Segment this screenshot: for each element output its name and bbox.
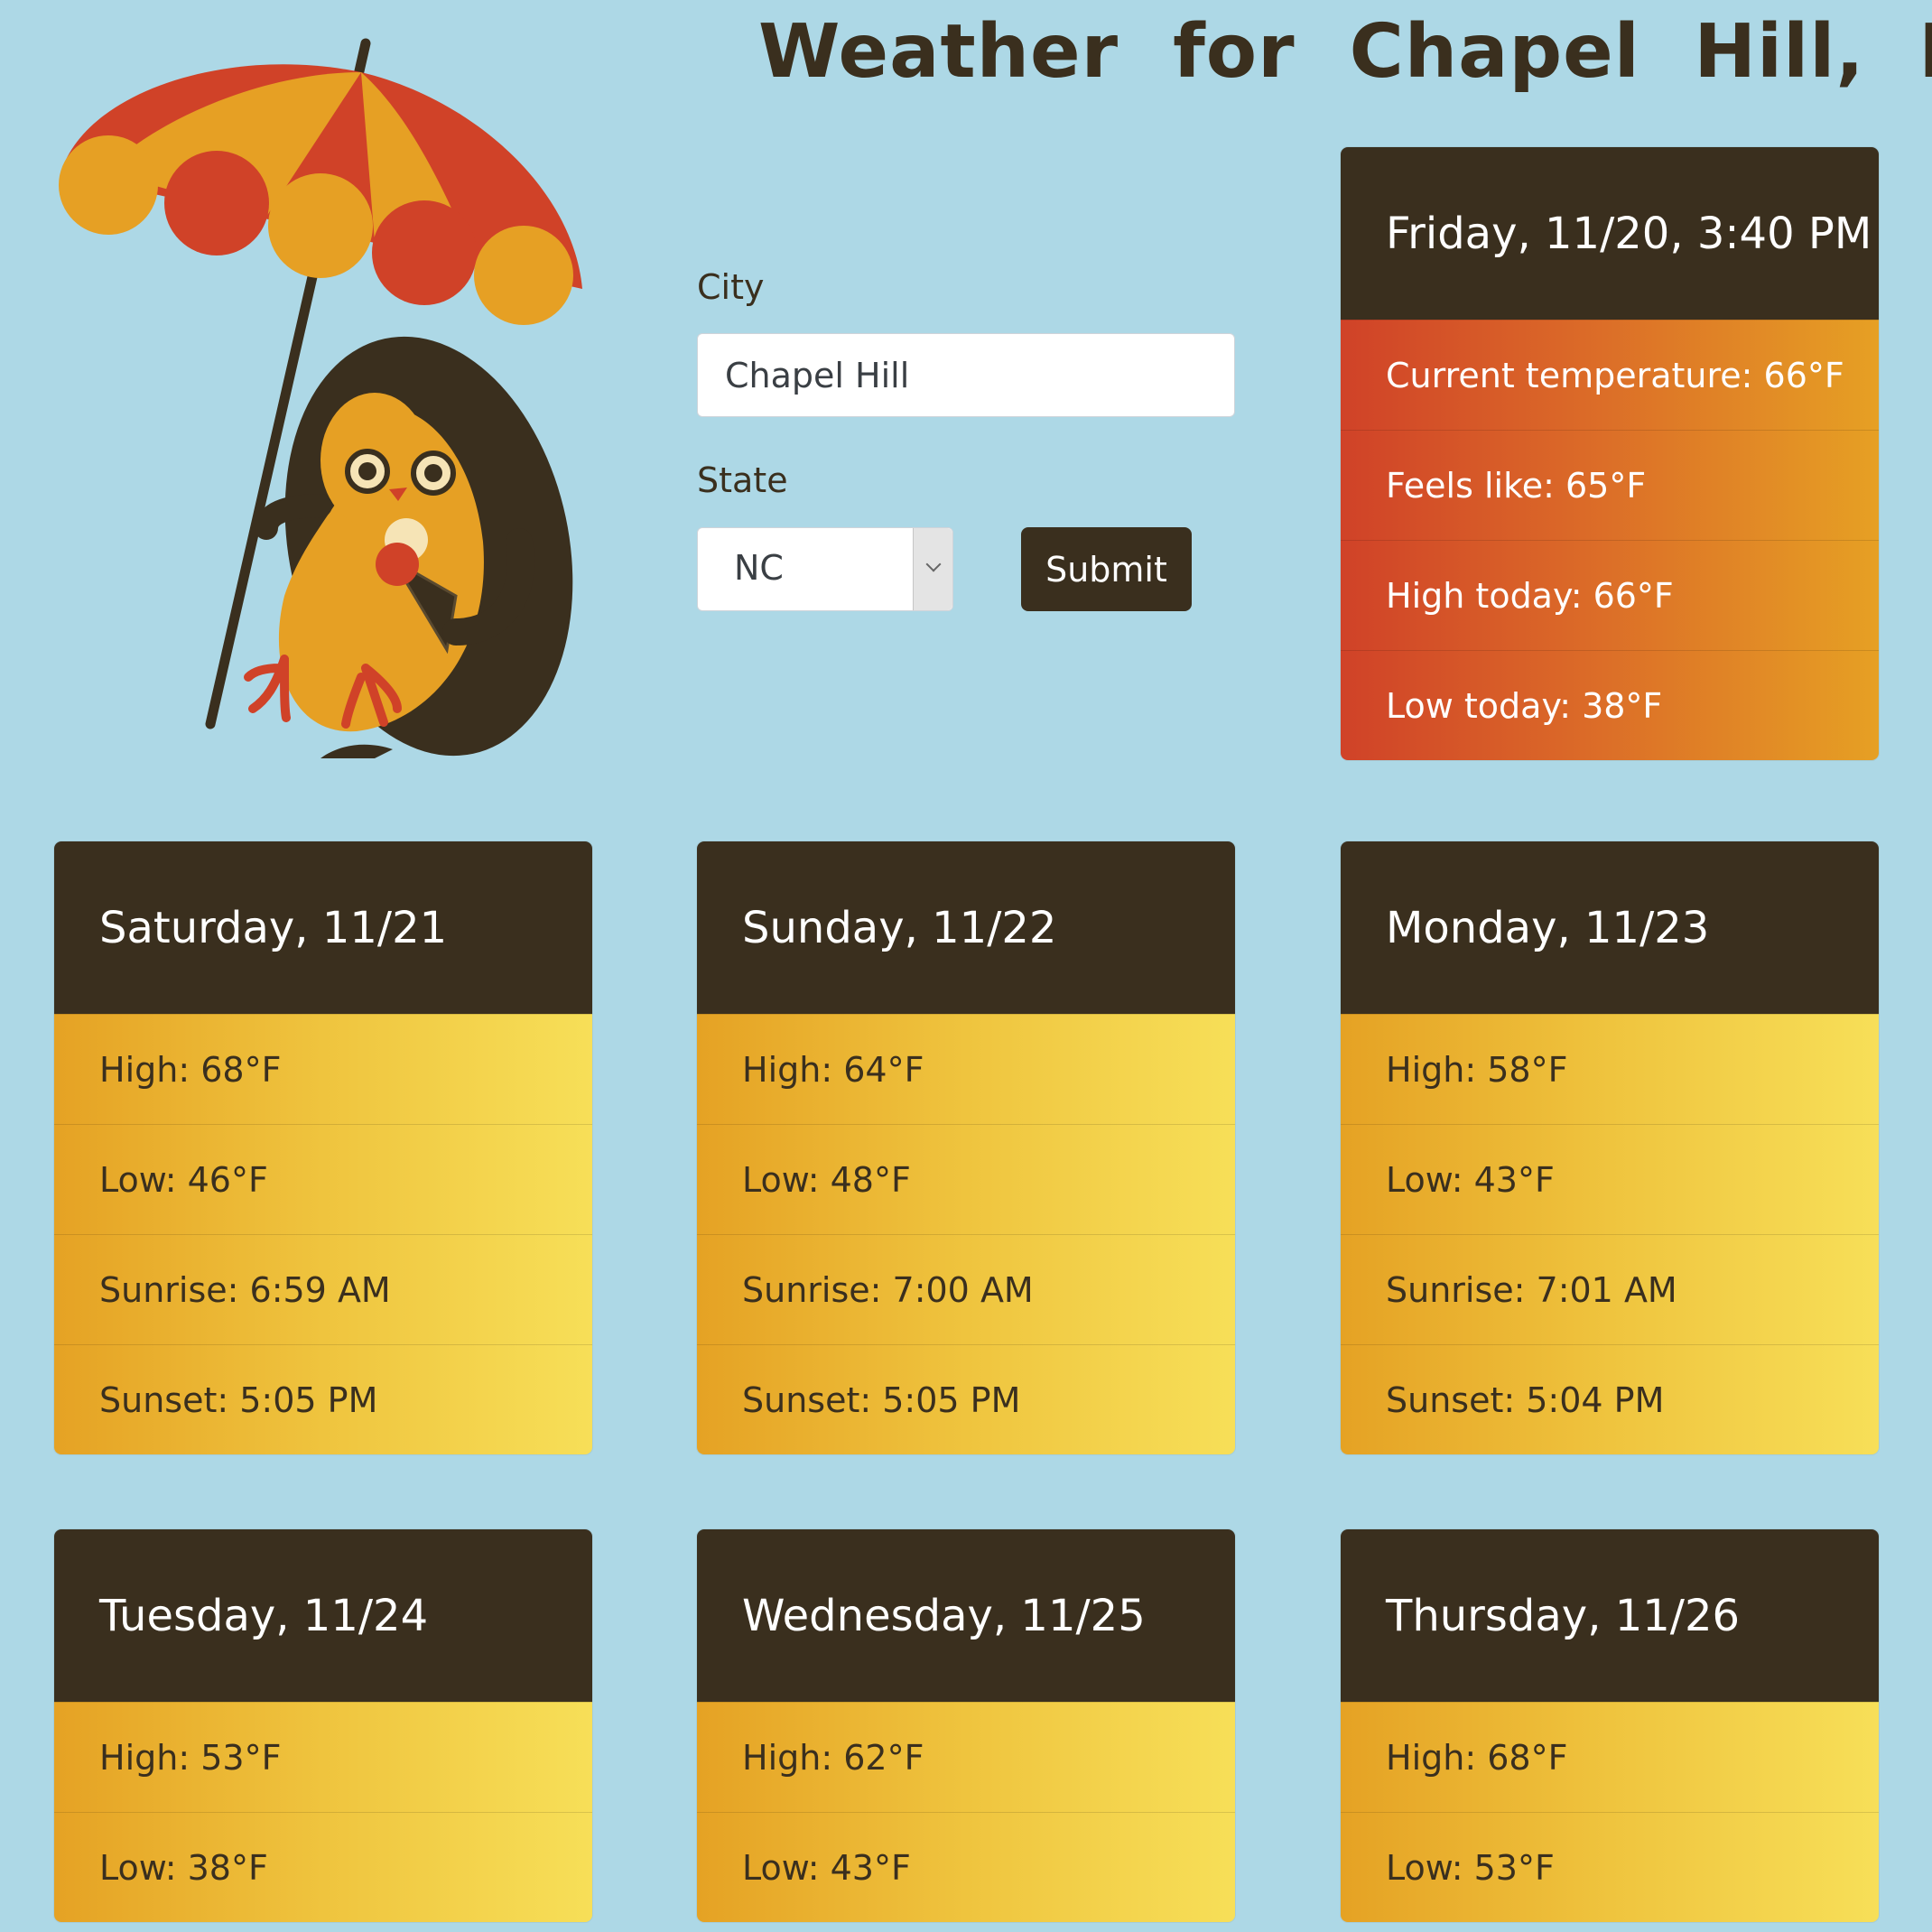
forecast-sunset: Sunset: 5:04 PM <box>1341 1344 1879 1454</box>
weather-page: Weather for Chapel Hill, NC <box>0 0 1932 1932</box>
today-card: Friday, 11/20, 3:40 PM Current temperatu… <box>1341 147 1879 760</box>
forecast-card: Sunday, 11/22 High: 64°F Low: 48°F Sunri… <box>697 841 1235 1454</box>
forecast-sunrise: Sunrise: 7:01 AM <box>1341 1234 1879 1344</box>
today-current-temp: Current temperature: 66°F <box>1341 320 1879 430</box>
penguin-umbrella-illustration <box>59 38 582 758</box>
forecast-sunset: Sunset: 5:05 PM <box>697 1344 1235 1454</box>
submit-button[interactable]: Submit <box>1021 527 1192 611</box>
state-label: State <box>697 460 788 500</box>
forecast-low: Low: 43°F <box>1341 1124 1879 1234</box>
forecast-low: Low: 43°F <box>697 1812 1235 1922</box>
forecast-card: Saturday, 11/21 High: 68°F Low: 46°F Sun… <box>54 841 592 1454</box>
title-word-weather: Weather <box>758 9 1119 95</box>
forecast-sunrise: Sunrise: 6:59 AM <box>54 1234 592 1344</box>
forecast-day: Sunday, 11/22 <box>697 841 1235 1014</box>
today-date-time: Friday, 11/20, 3:40 PM <box>1341 147 1879 320</box>
forecast-card: Tuesday, 11/24 High: 53°F Low: 38°F <box>54 1529 592 1922</box>
city-input[interactable] <box>697 333 1235 417</box>
forecast-card: Monday, 11/23 High: 58°F Low: 43°F Sunri… <box>1341 841 1879 1454</box>
forecast-high: High: 68°F <box>1341 1702 1879 1812</box>
forecast-sunset: Sunset: 5:05 PM <box>54 1344 592 1454</box>
forecast-day: Wednesday, 11/25 <box>697 1529 1235 1702</box>
title-location: Chapel Hill, NC <box>1349 9 1932 95</box>
state-select-value: NC <box>734 548 784 588</box>
forecast-high: High: 53°F <box>54 1702 592 1812</box>
forecast-low: Low: 46°F <box>54 1124 592 1234</box>
forecast-high: High: 68°F <box>54 1014 592 1124</box>
state-select-arrow[interactable] <box>913 528 952 610</box>
forecast-low: Low: 53°F <box>1341 1812 1879 1922</box>
city-label: City <box>697 267 765 307</box>
page-title: Weather for Chapel Hill, NC <box>758 9 1932 95</box>
today-low: Low today: 38°F <box>1341 650 1879 760</box>
forecast-low: Low: 38°F <box>54 1812 592 1922</box>
forecast-card: Wednesday, 11/25 High: 62°F Low: 43°F <box>697 1529 1235 1922</box>
chevron-down-icon <box>925 556 942 572</box>
forecast-day: Tuesday, 11/24 <box>54 1529 592 1702</box>
title-word-for: for <box>1173 9 1296 95</box>
forecast-day: Saturday, 11/21 <box>54 841 592 1014</box>
forecast-day: Monday, 11/23 <box>1341 841 1879 1014</box>
forecast-day: Thursday, 11/26 <box>1341 1529 1879 1702</box>
forecast-card: Thursday, 11/26 High: 68°F Low: 53°F <box>1341 1529 1879 1922</box>
today-feels-like: Feels like: 65°F <box>1341 430 1879 540</box>
forecast-low: Low: 48°F <box>697 1124 1235 1234</box>
forecast-high: High: 58°F <box>1341 1014 1879 1124</box>
forecast-high: High: 64°F <box>697 1014 1235 1124</box>
state-select[interactable]: NC <box>697 527 953 611</box>
forecast-high: High: 62°F <box>697 1702 1235 1812</box>
today-high: High today: 66°F <box>1341 540 1879 650</box>
forecast-sunrise: Sunrise: 7:00 AM <box>697 1234 1235 1344</box>
